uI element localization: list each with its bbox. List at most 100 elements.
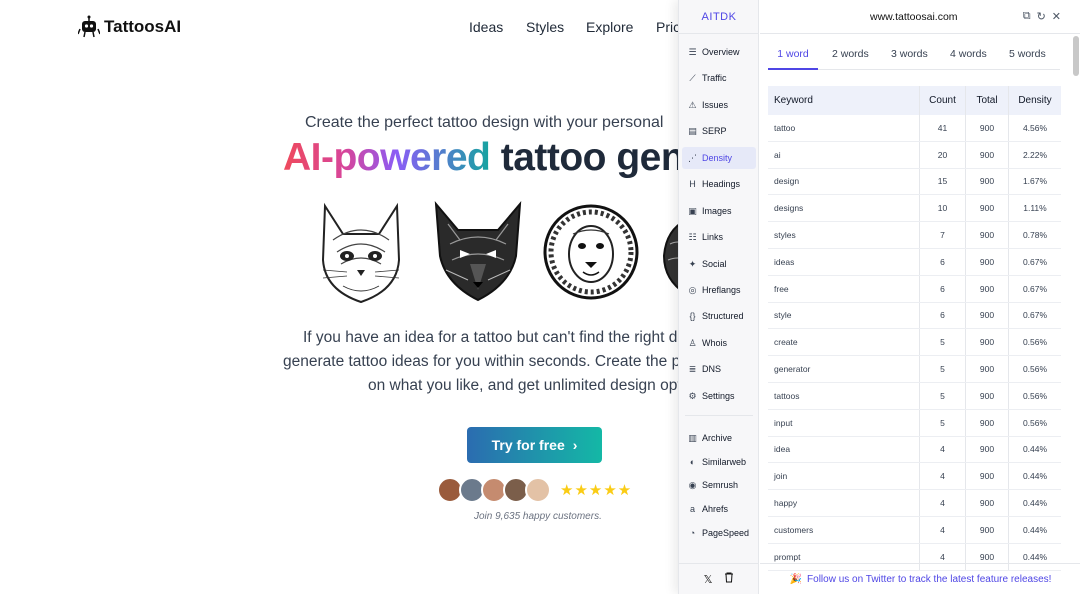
density-cell: 0.78% [1022,230,1048,241]
total-cell: 900 [966,516,1009,543]
sidebar-item-images[interactable]: ▣ Images [682,200,756,222]
sidebar-item-overview[interactable]: ☰ Overview [682,41,756,63]
tab-4-words[interactable]: 4 words [950,44,987,70]
count-cell: 41 [920,115,966,141]
density-cell: 0.56% [1022,417,1048,428]
aitdk-sidebar: AITDK ☰ Overview ⟋ Traffic ⚠ Issues ▤ SERP ⋰ Dens… [679,0,759,594]
tab-1-word[interactable]: 1 word [768,44,818,70]
header-keyword[interactable]: Keyword [768,86,920,115]
tab-5-words[interactable]: 5 words [1009,44,1046,70]
table-row: ai 20 900 2.22% [768,141,1061,169]
sidebar-item-label: Headings [702,179,741,189]
sidebar-tool-archive[interactable]: ▥ Archive [682,427,756,449]
total-cell: 900 [966,436,1009,463]
table-row: customers 4 900 0.44% [768,516,1061,544]
table-row: designs 10 900 1.11% [768,195,1061,223]
keyword-cell: free [768,275,920,302]
keyword-cell: input [768,409,920,436]
topbar-actions: ⧉ ↻ ✕ [1023,10,1061,23]
header-count[interactable]: Count [920,86,966,115]
sidebar-item-label: Issues [702,100,729,110]
header-density[interactable]: Density [1009,86,1061,115]
header-total[interactable]: Total [966,86,1009,115]
word-count-tabs: 1 word 2 words 3 words 4 words 5 words [768,44,1060,70]
try-for-free-button[interactable]: Try for free › [467,427,602,463]
sidebar-tool-similarweb[interactable]: ◐ Similarweb [682,451,756,473]
sidebar-tool-label: Similarweb [702,457,747,467]
image-icon: ▣ [688,205,697,216]
close-icon[interactable]: ✕ [1052,10,1061,23]
total-cell: 900 [966,141,1009,168]
crop-icon[interactable]: ⧉ [1023,10,1031,23]
density-cell: 0.44% [1022,524,1048,535]
sidebar-item-links[interactable]: ☷ Links [682,226,756,248]
sidebar-item-dns[interactable]: ≣ DNS [682,358,756,380]
sidebar-tool-semrush[interactable]: ◉ Semrush [682,474,756,496]
sidebar-item-social[interactable]: ✦ Social [682,253,756,275]
x-twitter-icon[interactable]: 𝕏 [704,573,713,586]
sidebar-item-issues[interactable]: ⚠ Issues [682,94,756,116]
sidebar-tool-pagespeed[interactable]: ◔ PageSpeed [682,522,756,544]
rating-stars: ★★★★★ [560,482,633,499]
sidebar-item-hreflangs[interactable]: ◎ Hreflangs [682,279,756,301]
tab-2-words[interactable]: 2 words [832,44,869,70]
sidebar-item-structured[interactable]: {} Structured [682,305,756,327]
globe-icon: ◎ [688,284,697,295]
sidebar-item-label: Hreflangs [702,285,741,295]
count-cell: 5 [920,409,966,436]
sidebar-tool-label: PageSpeed [702,528,750,538]
sidebar-item-whois[interactable]: ♙ Whois [682,332,756,354]
tab-3-words[interactable]: 3 words [891,44,928,70]
trash-icon[interactable] [724,572,734,586]
keyword-cell: designs [768,195,920,222]
current-url: www.tattoosai.com [870,11,958,23]
links-icon: ☷ [688,231,697,242]
sidebar-tool-ahrefs[interactable]: a Ahrefs [682,498,756,520]
count-cell: 6 [920,302,966,329]
sidebar-item-label: Structured [702,311,744,321]
sidebar-item-headings[interactable]: H Headings [682,173,756,195]
panel-footer[interactable]: 🎉 Follow us on Twitter to track the late… [760,563,1080,594]
nav-explore[interactable]: Explore [586,19,633,35]
sidebar-item-serp[interactable]: ▤ SERP [682,120,756,142]
gear-icon: ⚙ [688,390,697,401]
density-cell: 1.67% [1022,176,1048,187]
refresh-icon[interactable]: ↻ [1037,10,1046,23]
nav-styles[interactable]: Styles [526,19,564,35]
chart-icon: ⟋ [689,72,696,83]
sidebar-item-density[interactable]: ⋰ Density [682,147,756,169]
sidebar-divider [685,415,753,416]
footer-text[interactable]: Follow us on Twitter to track the latest… [807,574,1051,585]
site-logo[interactable]: TattoosAI [78,15,181,39]
total-cell: 900 [966,222,1009,248]
count-cell: 20 [920,141,966,168]
server-icon: ≣ [688,363,697,374]
hero-subtitle: Create the perfect tattoo design with yo… [305,114,664,131]
sidebar-item-traffic[interactable]: ⟋ Traffic [682,67,756,89]
table-header: Keyword Count Total Density [768,86,1061,115]
total-cell: 900 [966,490,1009,516]
table-body: tattoo 41 900 4.56% ai 20 900 2.22% design 15 900 1… [768,115,1061,571]
sidebar-item-label: Social [702,259,727,269]
serp-icon: ▤ [688,125,697,136]
user-search-icon: ♙ [688,337,697,348]
warning-icon: ⚠ [688,99,697,110]
total-cell: 900 [966,115,1009,141]
sidebar-item-settings[interactable]: ⚙ Settings [682,385,756,407]
total-cell: 900 [966,463,1009,490]
keyword-cell: generator [768,356,920,382]
table-row: join 4 900 0.44% [768,463,1061,491]
sidebar-item-label: Links [702,232,724,242]
table-row: design 15 900 1.67% [768,168,1061,196]
panel-topbar: www.tattoosai.com ⧉ ↻ ✕ [760,0,1080,34]
similarweb-icon: ◐ [689,457,696,467]
density-cell: 0.67% [1022,256,1048,267]
brand-name: TattoosAI [104,17,182,36]
nav-ideas[interactable]: Ideas [469,19,503,35]
scrollbar[interactable] [1073,36,1079,76]
ahrefs-icon: a [689,504,695,514]
table-row: tattoos 5 900 0.56% [768,382,1061,410]
total-cell: 900 [966,248,1009,275]
sidebar-item-label: Density [702,153,733,163]
total-cell: 900 [966,382,1009,409]
